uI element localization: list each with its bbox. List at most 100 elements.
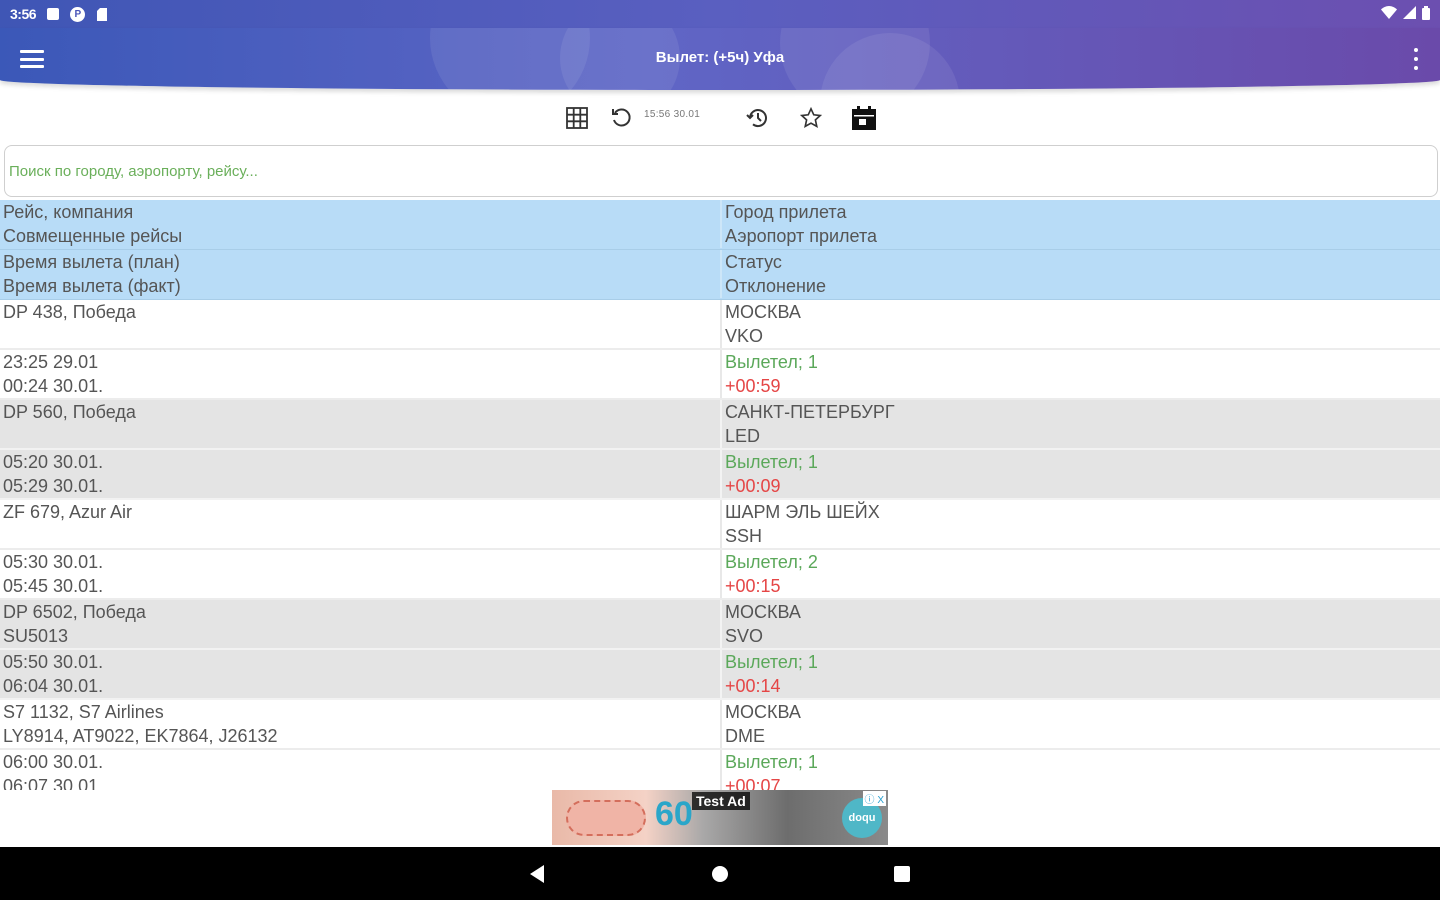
ad-banner[interactable]: 60 Test Ad doqu ⓘ X: [552, 790, 888, 845]
flight-table: Рейс, компания Совмещенные рейсы Город п…: [0, 200, 1440, 790]
header-cell: Статус Отклонение: [720, 250, 1440, 298]
calendar-icon[interactable]: [849, 100, 879, 136]
header-cell: Время вылета (план) Время вылета (факт): [0, 250, 718, 298]
star-icon[interactable]: [796, 100, 826, 136]
flight-status: Вылетел; 2: [725, 552, 818, 572]
flight-number: DP 6502, Победа: [3, 602, 146, 622]
status-cell: Вылетел; 2 +00:15: [720, 550, 1440, 598]
flight-number: DP 560, Победа: [3, 402, 136, 422]
header-actual-label: Время вылета (факт): [3, 276, 181, 296]
signal-icon: [1403, 6, 1416, 22]
table-row[interactable]: 23:25 29.01 00:24 30.01. Вылетел; 1 +00:…: [0, 350, 1440, 400]
table-row[interactable]: DP 560, Победа САНКТ-ПЕТЕРБУРГ LED: [0, 400, 1440, 450]
battery-icon: [1422, 5, 1430, 23]
time-cell: 05:30 30.01. 05:45 30.01.: [0, 550, 718, 598]
actual-time: 00:24 30.01.: [3, 376, 104, 396]
table-header-row: Время вылета (план) Время вылета (факт) …: [0, 250, 1440, 300]
recents-icon[interactable]: [890, 862, 914, 886]
table-row[interactable]: 06:00 30.01. 06:07 30.01. Вылетел; 1 +00…: [0, 750, 1440, 790]
flight-status: Вылетел; 1: [725, 752, 818, 772]
navigation-bar: [0, 847, 1440, 900]
wifi-icon: [1381, 6, 1397, 22]
sd-card-icon: [95, 7, 109, 21]
table-row[interactable]: S7 1132, S7 Airlines LY8914, AT9022, EK7…: [0, 700, 1440, 750]
ad-badge-graphic: [566, 800, 646, 836]
deviation: +00:09: [725, 476, 781, 496]
destination-city: САНКТ-ПЕТЕРБУРГ: [725, 402, 895, 422]
last-update-timestamp: 15:56 30.01: [644, 109, 701, 120]
status-time: 3:56: [10, 6, 37, 22]
grid-icon[interactable]: [562, 100, 592, 136]
header-cell: Рейс, компания Совмещенные рейсы: [0, 200, 718, 248]
status-left: 3:56 P: [10, 6, 109, 22]
deviation: +00:14: [725, 676, 781, 696]
ad-label: Test Ad: [692, 792, 750, 810]
table-row[interactable]: 05:30 30.01. 05:45 30.01. Вылетел; 2 +00…: [0, 550, 1440, 600]
actual-time: 05:45 30.01.: [3, 576, 104, 596]
flight-list[interactable]: Рейс, компания Совмещенные рейсы Город п…: [0, 200, 1440, 790]
refresh-icon[interactable]: [606, 100, 636, 136]
destination-city: МОСКВА: [725, 602, 801, 622]
flight-number: DP 438, Победа: [3, 302, 136, 322]
flight-status: Вылетел; 1: [725, 452, 818, 472]
destination-cell: МОСКВА DME: [720, 700, 1440, 748]
table-header-row: Рейс, компания Совмещенные рейсы Город п…: [0, 200, 1440, 250]
header-flight-label: Рейс, компания: [3, 202, 134, 222]
ad-close-icon[interactable]: ⓘ X: [862, 791, 886, 806]
flight-cell: ZF 679, Azur Air: [0, 500, 718, 548]
table-row[interactable]: ZF 679, Azur Air ШАРМ ЭЛЬ ШЕЙХ SSH: [0, 500, 1440, 550]
toolbar: [0, 100, 1440, 136]
codeshare-flights: LY8914, AT9022, EK7864, J26132: [3, 726, 278, 746]
destination-airport: DME: [725, 726, 765, 746]
deviation: +00:59: [725, 376, 781, 396]
destination-cell: МОСКВА SVO: [720, 600, 1440, 648]
codeshare-flights: [3, 324, 718, 348]
planned-time: 05:30 30.01.: [3, 552, 104, 572]
ad-number: 60: [655, 795, 693, 833]
deviation: +00:07: [725, 776, 781, 790]
flight-cell: S7 1132, S7 Airlines LY8914, AT9022, EK7…: [0, 700, 718, 748]
status-cell: Вылетел; 1 +00:14: [720, 650, 1440, 698]
more-vert-icon[interactable]: [1410, 48, 1422, 70]
search-input[interactable]: [5, 146, 1437, 196]
destination-city: МОСКВА: [725, 302, 801, 322]
header-deviation-label: Отклонение: [725, 276, 826, 296]
status-bar: 3:56 P: [0, 0, 1440, 28]
flight-cell: DP 560, Победа: [0, 400, 718, 448]
status-cell: Вылетел; 1 +00:07: [720, 750, 1440, 790]
table-row[interactable]: 05:20 30.01. 05:29 30.01. Вылетел; 1 +00…: [0, 450, 1440, 500]
planned-time: 06:00 30.01.: [3, 752, 104, 772]
p-circle-icon: P: [70, 6, 86, 22]
back-icon[interactable]: [526, 862, 550, 886]
header-airport-label: Аэропорт прилета: [725, 226, 878, 246]
table-row[interactable]: DP 6502, Победа SU5013 МОСКВА SVO: [0, 600, 1440, 650]
status-right: [1381, 5, 1430, 23]
status-cell: Вылетел; 1 +00:09: [720, 450, 1440, 498]
header-city-label: Город прилета: [725, 202, 847, 222]
flight-number: ZF 679, Azur Air: [3, 502, 133, 522]
history-icon[interactable]: [742, 100, 772, 136]
flight-cell: DP 438, Победа: [0, 300, 718, 348]
destination-city: МОСКВА: [725, 702, 801, 722]
destination-airport: SVO: [725, 626, 764, 646]
destination-airport: SSH: [725, 526, 763, 546]
destination-airport: LED: [725, 426, 761, 446]
app-bar: Вылет: (+5ч) Уфа: [0, 28, 1440, 90]
header-status-label: Статус: [725, 252, 782, 272]
header-codeshare-label: Совмещенные рейсы: [3, 226, 183, 246]
flight-cell: DP 6502, Победа SU5013: [0, 600, 718, 648]
home-icon[interactable]: [708, 862, 732, 886]
planned-time: 05:50 30.01.: [3, 652, 104, 672]
table-row[interactable]: DP 438, Победа МОСКВА VKO: [0, 300, 1440, 350]
destination-cell: САНКТ-ПЕТЕРБУРГ LED: [720, 400, 1440, 448]
flight-status: Вылетел; 1: [725, 652, 818, 672]
search-box: [4, 145, 1438, 197]
codeshare-flights: [3, 524, 718, 548]
planned-time: 05:20 30.01.: [3, 452, 104, 472]
destination-cell: ШАРМ ЭЛЬ ШЕЙХ SSH: [720, 500, 1440, 548]
destination-airport: VKO: [725, 326, 764, 346]
table-row[interactable]: 05:50 30.01. 06:04 30.01. Вылетел; 1 +00…: [0, 650, 1440, 700]
flight-status: Вылетел; 1: [725, 352, 818, 372]
header-cell: Город прилета Аэропорт прилета: [720, 200, 1440, 248]
actual-time: 06:04 30.01.: [3, 676, 104, 696]
